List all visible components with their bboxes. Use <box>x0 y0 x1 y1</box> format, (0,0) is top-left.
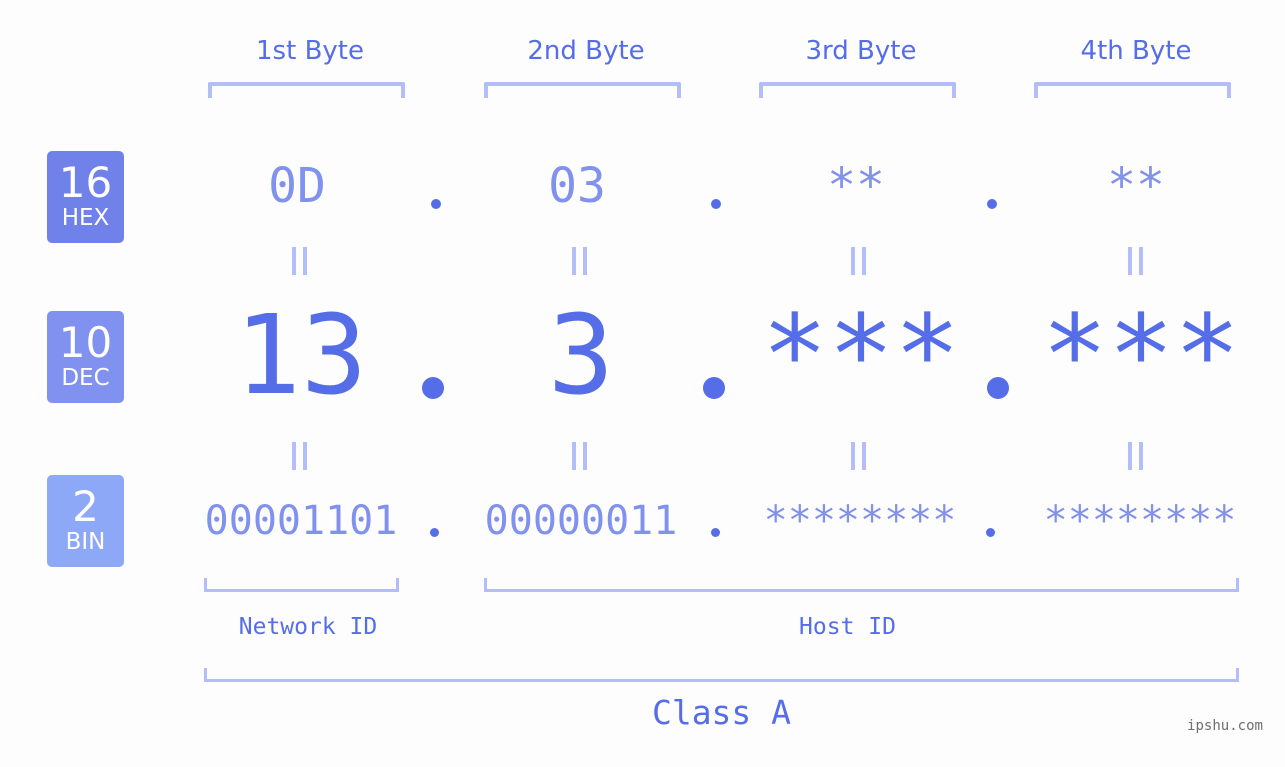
equals-icon <box>292 247 307 275</box>
class-label: Class A <box>651 693 792 732</box>
equals-icon <box>572 442 587 470</box>
dec-byte-4: *** <box>1041 291 1241 419</box>
dec-byte-2: 3 <box>547 291 615 419</box>
watermark: ipshu.com <box>1187 718 1263 734</box>
hex-base-badge: 16 HEX <box>47 151 124 243</box>
byte-header-2: 2nd Byte <box>527 36 645 66</box>
bin-dot-separator <box>430 528 439 537</box>
hex-base-number: 16 <box>58 158 113 207</box>
bin-byte-2: 00000011 <box>484 498 678 544</box>
hex-dot-separator <box>431 199 441 209</box>
byte-header-3: 3rd Byte <box>805 36 917 66</box>
bin-base-badge: 2 BIN <box>47 475 124 567</box>
bin-base-number: 2 <box>72 482 99 531</box>
class-bracket <box>204 668 1239 682</box>
hex-byte-2: 03 <box>548 158 606 214</box>
hex-byte-1: 0D <box>268 158 326 214</box>
dec-dot-separator <box>703 377 725 399</box>
bin-base-label: BIN <box>65 529 106 555</box>
network-id-label: Network ID <box>238 614 378 640</box>
byte-header-4: 4th Byte <box>1080 36 1192 66</box>
equals-icon <box>851 442 866 470</box>
dec-base-label: DEC <box>61 365 110 391</box>
equals-icon <box>1128 247 1143 275</box>
dec-byte-1: 13 <box>234 291 368 419</box>
equals-icon <box>572 247 587 275</box>
dec-base-number: 10 <box>58 318 113 367</box>
bin-dot-separator <box>711 528 720 537</box>
byte-header-1: 1st Byte <box>256 36 364 66</box>
host-id-label: Host ID <box>799 614 896 640</box>
equals-icon <box>292 442 307 470</box>
equals-icon <box>1128 442 1143 470</box>
byte-bracket-3 <box>759 82 956 98</box>
dec-dot-separator <box>422 377 444 399</box>
host-id-bracket <box>484 578 1239 592</box>
dec-base-badge: 10 DEC <box>47 311 124 403</box>
byte-bracket-4 <box>1034 82 1231 98</box>
hex-base-label: HEX <box>61 205 110 231</box>
hex-byte-3: ** <box>827 158 885 214</box>
hex-dot-separator <box>987 199 997 209</box>
bin-dot-separator <box>986 528 995 537</box>
bin-byte-1: 00001101 <box>204 498 398 544</box>
dec-byte-3: *** <box>761 291 961 419</box>
hex-dot-separator <box>711 199 721 209</box>
dec-dot-separator <box>987 377 1009 399</box>
equals-icon <box>851 247 866 275</box>
bin-byte-4: ******** <box>1043 498 1237 544</box>
byte-bracket-2 <box>484 82 681 98</box>
hex-byte-4: ** <box>1107 158 1165 214</box>
byte-bracket-1 <box>208 82 405 98</box>
bin-byte-3: ******** <box>763 498 957 544</box>
network-id-bracket <box>204 578 399 592</box>
